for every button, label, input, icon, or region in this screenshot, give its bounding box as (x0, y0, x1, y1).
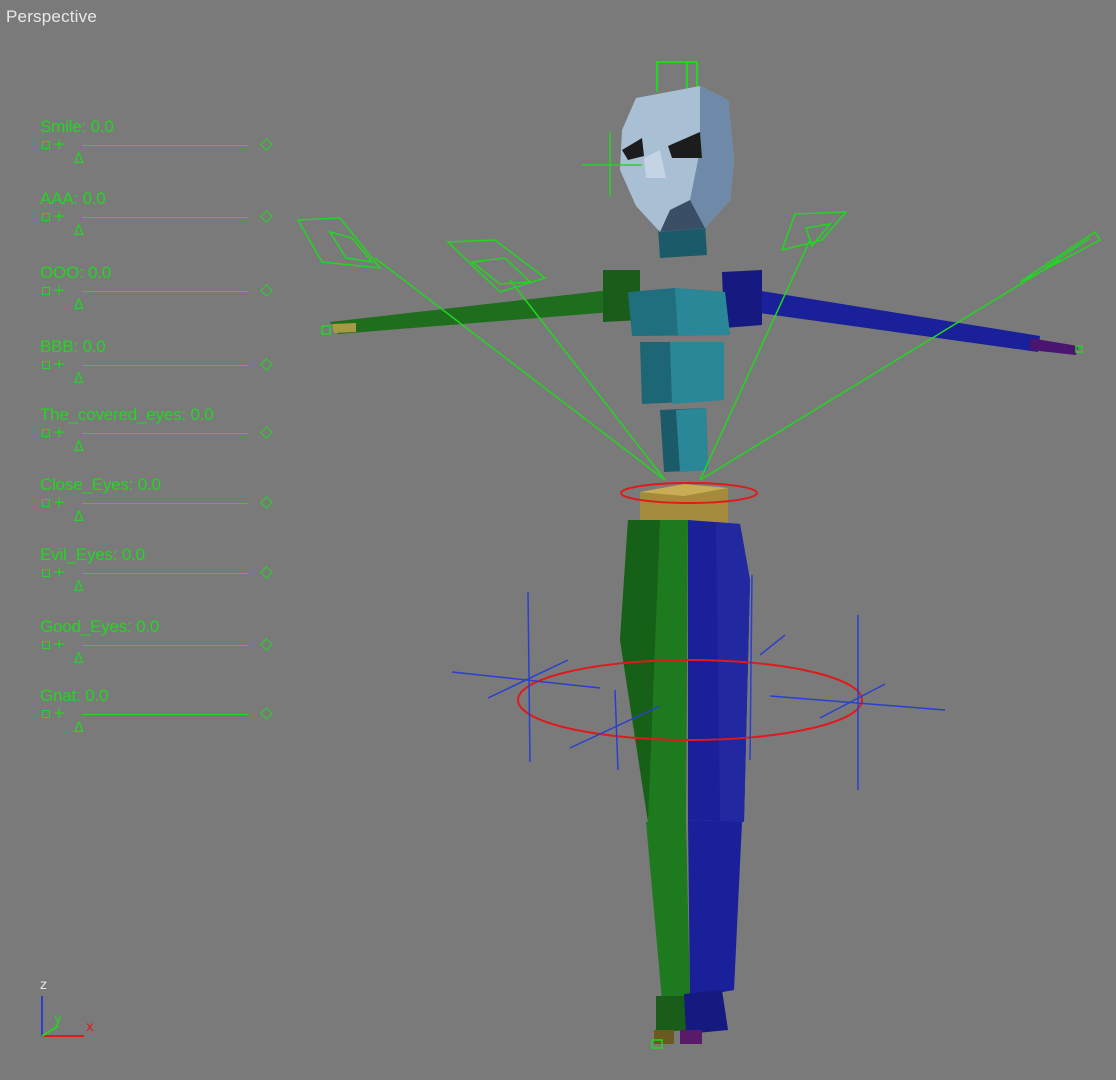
slider-label: AAA: 0.0 (40, 189, 106, 208)
slider-rail (82, 291, 248, 292)
slider-label: Close_Eyes: 0.0 (40, 475, 161, 494)
slider-gnat[interactable]: Gnat: 0.0 + Δ (40, 686, 280, 756)
box-icon (42, 641, 50, 649)
slider-label: Smile: 0.0 (40, 117, 114, 136)
plus-icon: + (53, 281, 66, 299)
plus-icon: + (53, 423, 66, 441)
axis-y-label: y (54, 1012, 62, 1027)
diamond-icon[interactable] (260, 426, 273, 439)
slider-rail (82, 433, 248, 434)
axis-tripod-gizmo: z y x (36, 978, 106, 1048)
box-icon (42, 499, 50, 507)
chest-shade (675, 288, 730, 336)
right-foot (684, 990, 728, 1034)
slider-thumb-icon[interactable]: Δ (74, 720, 84, 736)
slider-rail (82, 217, 248, 218)
lower-spine-shade (676, 408, 708, 472)
plus-icon: + (53, 135, 66, 153)
right-thigh-shade (716, 522, 750, 822)
slider-thumb-icon[interactable]: Δ (74, 439, 84, 455)
right-hand (1030, 338, 1078, 355)
diamond-icon[interactable] (260, 358, 273, 371)
slider-rail (82, 714, 248, 715)
plus-icon: + (53, 563, 66, 581)
plus-icon: + (53, 704, 66, 722)
left-hand (332, 323, 356, 333)
diamond-icon[interactable] (260, 284, 273, 297)
diamond-icon[interactable] (260, 138, 273, 151)
diamond-icon[interactable] (260, 638, 273, 651)
slider-thumb-icon[interactable]: Δ (74, 223, 84, 239)
box-icon (42, 569, 50, 577)
slider-label: BBB: 0.0 (40, 337, 106, 356)
slider-good-eyes[interactable]: Good_Eyes: 0.0 + Δ (40, 617, 280, 687)
box-icon (42, 287, 50, 295)
slider-label: The_covered_eyes: 0.0 (40, 405, 214, 424)
slider-rail (82, 645, 248, 646)
abdomen-shade (670, 342, 724, 404)
slider-thumb-icon[interactable]: Δ (74, 651, 84, 667)
plus-icon: + (53, 635, 66, 653)
slider-thumb-icon[interactable]: Δ (74, 151, 84, 167)
diamond-icon[interactable] (260, 210, 273, 223)
slider-label: OOO: 0.0 (40, 263, 112, 282)
axis-x-label: x (86, 1020, 94, 1035)
slider-evil-eyes[interactable]: Evil_Eyes: 0.0 + Δ (40, 545, 280, 615)
perspective-viewport[interactable]: Perspective Smile: 0.0 + Δ AAA: 0.0 + Δ … (0, 0, 1116, 1080)
diamond-icon[interactable] (260, 707, 273, 720)
left-upper-arm (330, 290, 612, 334)
axis-z-label: z (40, 978, 47, 993)
slider-rail (82, 503, 248, 504)
slider-label: Gnat: 0.0 (40, 686, 109, 705)
slider-label: Good_Eyes: 0.0 (40, 617, 160, 636)
box-icon (42, 361, 50, 369)
slider-rail (82, 145, 248, 146)
slider-aaa[interactable]: AAA: 0.0 + Δ (40, 189, 280, 259)
slider-rail (82, 365, 248, 366)
slider-thumb-icon[interactable]: Δ (74, 371, 84, 387)
right-shin (688, 820, 742, 998)
left-shin (646, 820, 690, 1000)
plus-icon: + (53, 207, 66, 225)
slider-close-eyes[interactable]: Close_Eyes: 0.0 + Δ (40, 475, 280, 545)
slider-label: Evil_Eyes: 0.0 (40, 545, 145, 564)
box-icon (42, 213, 50, 221)
plus-icon: + (53, 355, 66, 373)
right-toe (680, 1030, 702, 1044)
left-toe (654, 1030, 674, 1044)
box-icon (42, 141, 50, 149)
left-hand-marker (321, 325, 331, 335)
plus-icon: + (53, 493, 66, 511)
diamond-icon[interactable] (260, 566, 273, 579)
box-icon (42, 429, 50, 437)
slider-thumb-icon[interactable]: Δ (74, 509, 84, 525)
slider-smile[interactable]: Smile: 0.0 + Δ (40, 117, 280, 187)
slider-ooo[interactable]: OOO: 0.0 + Δ (40, 263, 280, 333)
slider-bbb[interactable]: BBB: 0.0 + Δ (40, 337, 280, 407)
viewport-label[interactable]: Perspective (6, 7, 97, 27)
slider-rail (82, 573, 248, 574)
slider-thumb-icon[interactable]: Δ (74, 579, 84, 595)
slider-covered-eyes[interactable]: The_covered_eyes: 0.0 + Δ (40, 405, 280, 475)
slider-thumb-icon[interactable]: Δ (74, 297, 84, 313)
box-icon (42, 710, 50, 718)
head-target-helper (656, 61, 698, 92)
diamond-icon[interactable] (260, 496, 273, 509)
